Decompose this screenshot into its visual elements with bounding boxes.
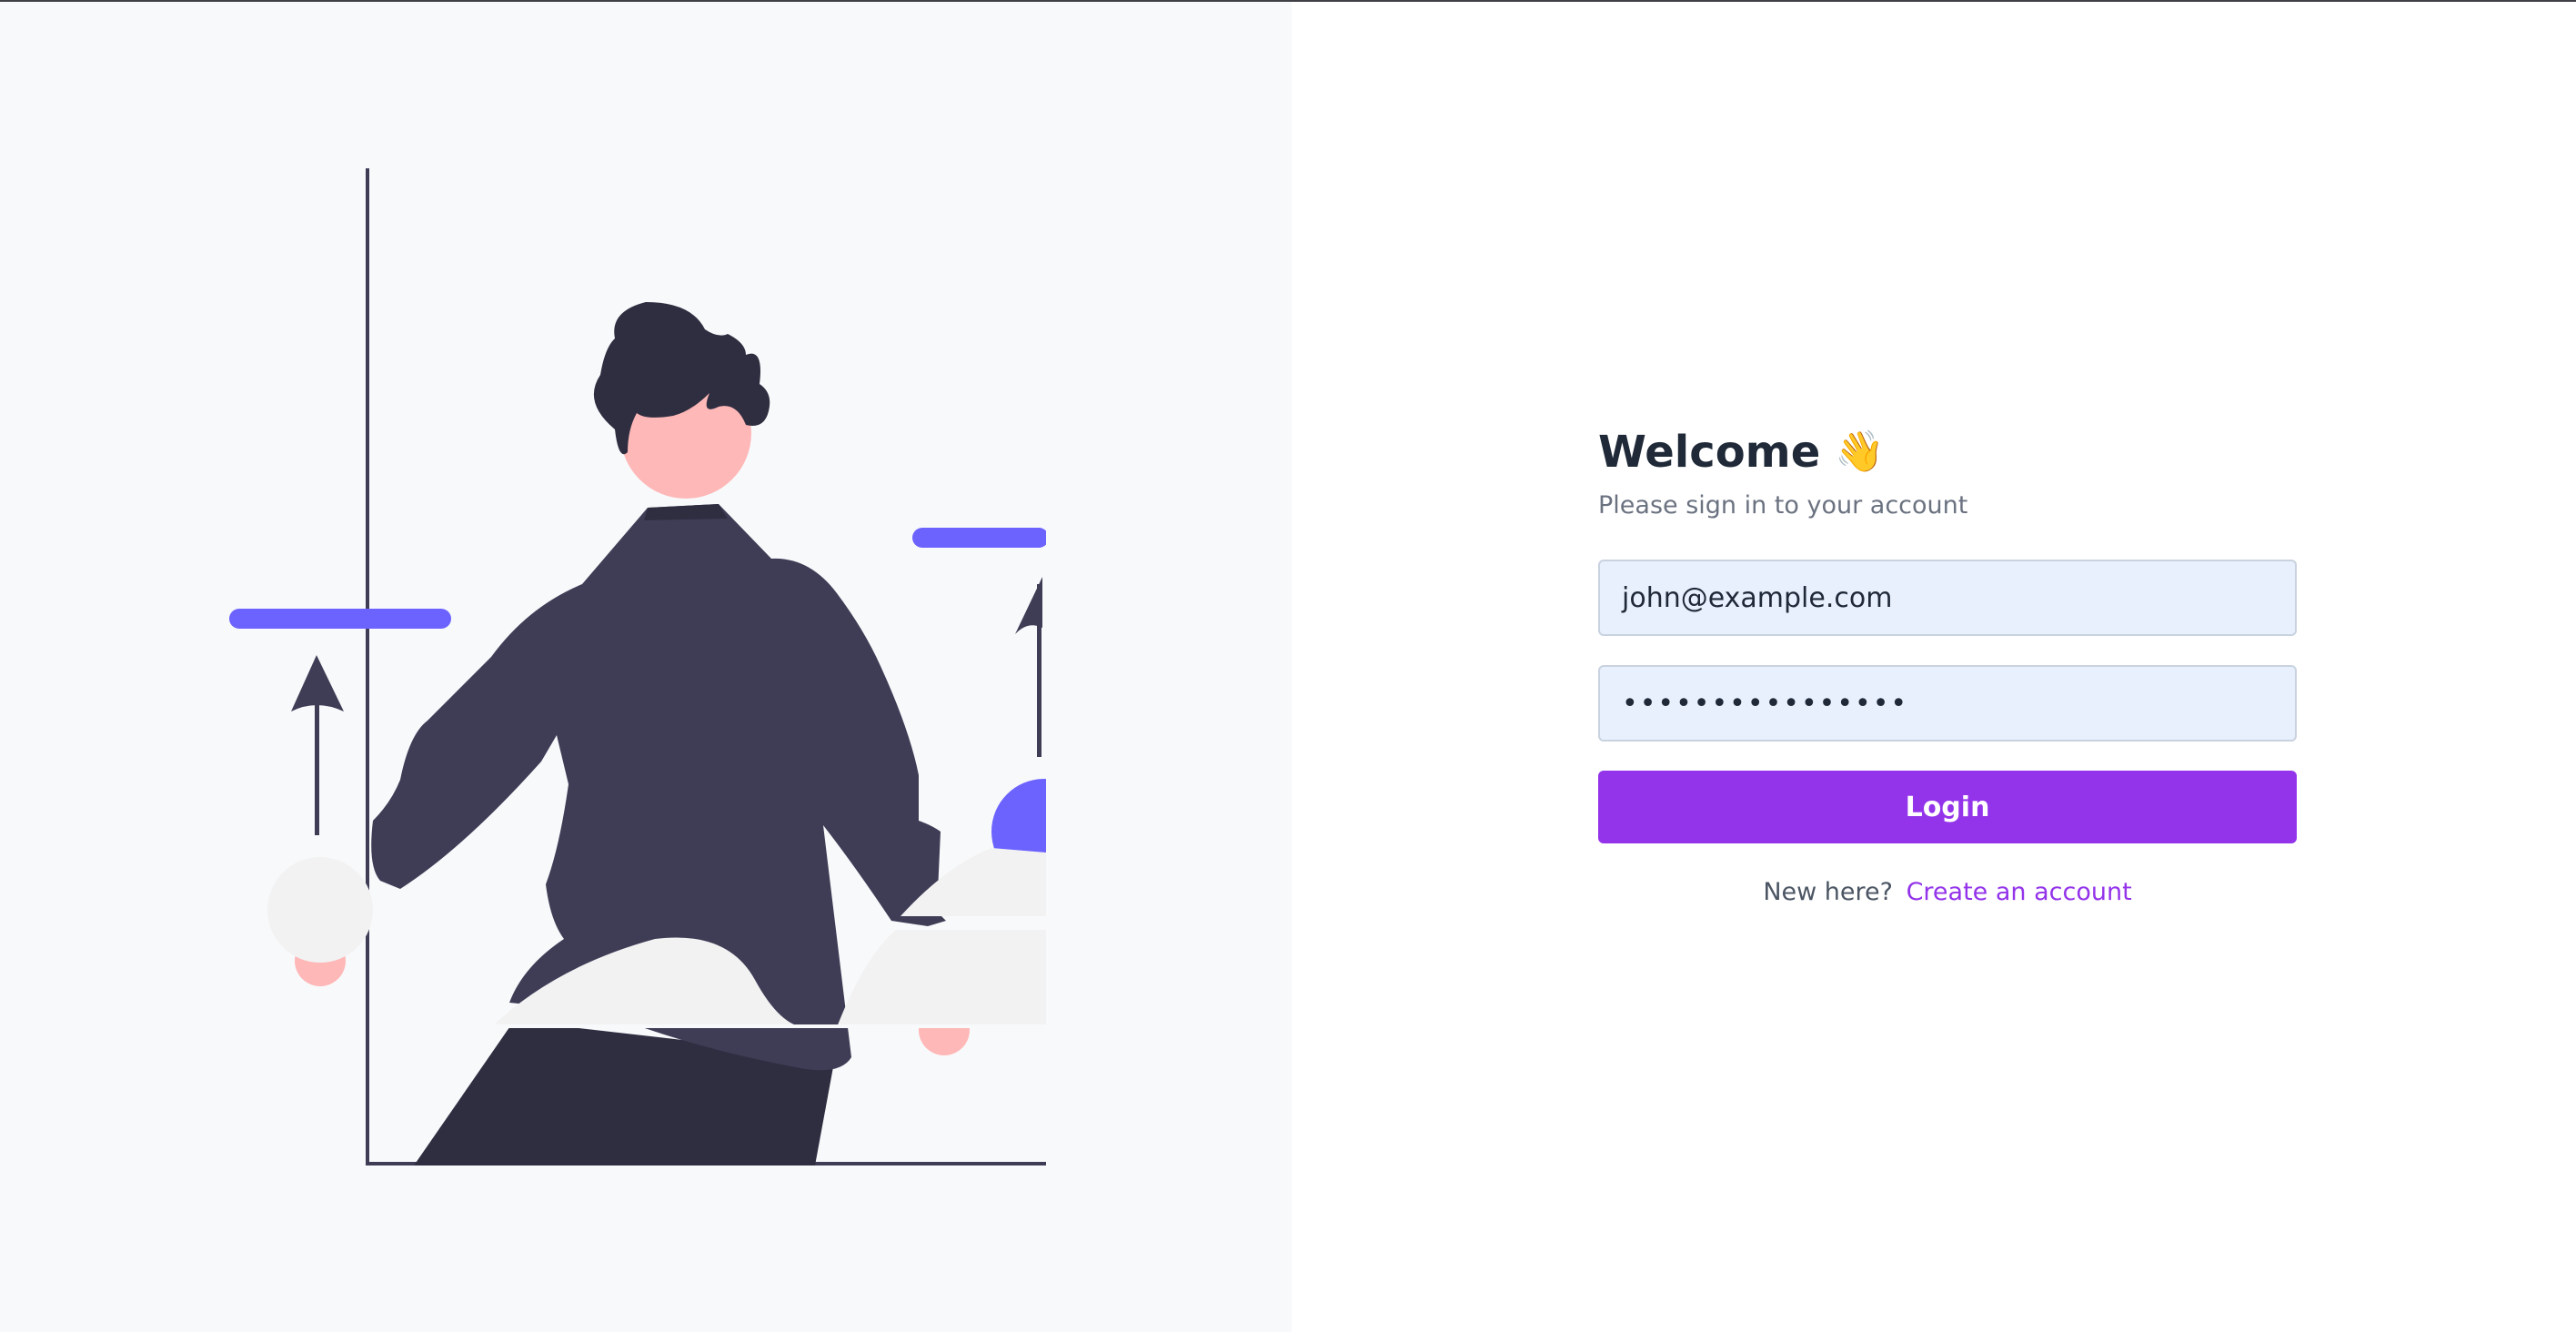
page-subtitle: Please sign in to your account (1598, 491, 1968, 520)
page-title: Welcome (1598, 427, 1821, 478)
illustration-panel (0, 2, 1292, 1332)
waving-hand-icon: 👋 (1835, 429, 1886, 475)
signup-prompt-text: New here? (1763, 878, 1893, 906)
login-form: Welcome 👋 Please sign in to your account… (1598, 422, 2297, 906)
create-account-link[interactable]: Create an account (1907, 878, 2132, 906)
login-button[interactable]: Login (1598, 771, 2297, 843)
person-presenting-illustration (229, 2, 1292, 1332)
signup-prompt: New here? Create an account (1598, 878, 2297, 906)
title-row: Welcome 👋 (1598, 422, 2297, 482)
email-field[interactable]: john@example.com (1598, 560, 2297, 636)
login-page: Welcome 👋 Please sign in to your account… (0, 2, 2576, 1332)
login-panel: Welcome 👋 Please sign in to your account… (1292, 2, 2576, 1332)
password-field[interactable]: •••••••••••••••• (1598, 665, 2297, 742)
